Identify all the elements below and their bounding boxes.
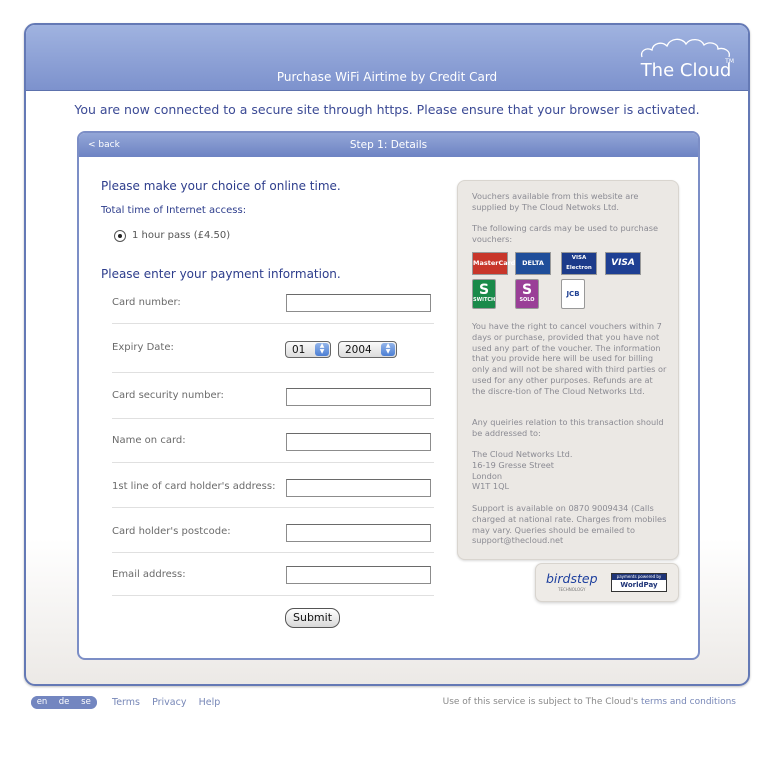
details-panel: < back Step 1: Details Please make your … bbox=[77, 131, 700, 660]
address-line: The Cloud Networks Ltd. bbox=[472, 449, 573, 459]
switch-icon: S SWITCH bbox=[472, 279, 496, 309]
info-support-text: Support is available on 0870 9009434 (Ca… bbox=[472, 503, 667, 546]
worldpay-logo: payments powered by WorldPay bbox=[611, 573, 667, 592]
info-queries-text: Any queiries relation to this transactio… bbox=[472, 417, 664, 438]
switch-label: SWITCH bbox=[473, 297, 496, 303]
email-input[interactable] bbox=[286, 566, 431, 584]
security-number-input[interactable] bbox=[286, 388, 431, 406]
postcode-input[interactable] bbox=[286, 524, 431, 542]
help-link[interactable]: Help bbox=[199, 697, 221, 708]
divider bbox=[112, 323, 434, 324]
logo-tm: TM bbox=[725, 58, 734, 65]
address-line1-input[interactable] bbox=[286, 479, 431, 497]
address-line1-label: 1st line of card holder's address: bbox=[112, 481, 276, 492]
address-line: 16-19 Gresse Street bbox=[472, 459, 555, 470]
cloud-icon bbox=[640, 38, 730, 58]
info-address: The Cloud Networks Ltd. 16-19 Gresse Str… bbox=[472, 449, 668, 492]
footer-links: Terms Privacy Help bbox=[112, 697, 220, 708]
expiry-month-value: 01 bbox=[292, 344, 306, 356]
divider bbox=[112, 507, 434, 508]
solo-icon: S SOLO bbox=[515, 279, 539, 309]
jcb-icon: JCB bbox=[561, 279, 585, 309]
submit-button[interactable]: Submit bbox=[285, 608, 340, 628]
header-bar: Purchase WiFi Airtime by Credit Card The… bbox=[26, 25, 748, 91]
jcb-label: JCB bbox=[566, 290, 580, 298]
visa-electron-icon: VISA Electron bbox=[561, 252, 597, 275]
time-option-radio[interactable] bbox=[114, 230, 126, 242]
card-number-label: Card number: bbox=[112, 297, 181, 308]
info-supplier-text: Vouchers available from this website are… bbox=[472, 191, 639, 212]
secure-connection-note: You are now connected to a secure site t… bbox=[74, 102, 700, 117]
time-option-label: 1 hour pass (£4.50) bbox=[132, 230, 231, 241]
terms-link[interactable]: Terms bbox=[112, 697, 140, 708]
step-title: Step 1: Details bbox=[349, 139, 428, 151]
privacy-link[interactable]: Privacy bbox=[152, 697, 186, 708]
language-de[interactable]: de bbox=[53, 696, 75, 709]
expiry-year-value: 2004 bbox=[345, 344, 372, 356]
address-line: London bbox=[472, 470, 503, 481]
divider bbox=[112, 372, 434, 373]
footer-notice: Use of this service is subject to The Cl… bbox=[443, 697, 736, 707]
info-cancellation-text: You have the right to cancel vouchers wi… bbox=[472, 321, 667, 396]
postcode-label: Card holder's postcode: bbox=[112, 526, 231, 537]
expiry-month-select[interactable]: 01 ▲ ▼ bbox=[285, 341, 331, 358]
card-number-input[interactable] bbox=[286, 294, 431, 312]
divider bbox=[112, 552, 434, 553]
info-cards-text: The following cards may be used to purch… bbox=[472, 223, 659, 244]
divider bbox=[112, 462, 434, 463]
language-switcher: en de se bbox=[31, 696, 97, 709]
terms-conditions-link[interactable]: terms and conditions bbox=[641, 697, 736, 707]
expiry-year-select[interactable]: 2004 ▲ ▼ bbox=[338, 341, 397, 358]
security-number-label: Card security number: bbox=[112, 390, 224, 401]
select-arrows-icon: ▲ ▼ bbox=[315, 343, 329, 356]
delta-icon: DELTA bbox=[515, 252, 551, 275]
birdstep-subtitle: TECHNOLOGY bbox=[558, 587, 586, 592]
payment-heading: Please enter your payment information. bbox=[101, 267, 341, 281]
solo-label: SOLO bbox=[519, 297, 535, 303]
visa-icon: VISA bbox=[605, 252, 641, 275]
logo-text: The Cloud bbox=[640, 60, 732, 81]
birdstep-logo: birdstep bbox=[546, 571, 598, 586]
expiry-date-label: Expiry Date: bbox=[112, 342, 174, 353]
main-frame: Purchase WiFi Airtime by Credit Card The… bbox=[24, 23, 750, 686]
worldpay-top-text: payments powered by bbox=[612, 574, 666, 580]
total-time-label: Total time of Internet access: bbox=[101, 205, 247, 216]
language-se[interactable]: se bbox=[75, 696, 97, 709]
the-cloud-logo: The Cloud TM bbox=[638, 35, 734, 83]
email-label: Email address: bbox=[112, 569, 186, 580]
divider bbox=[112, 418, 434, 419]
voucher-info-box: Vouchers available from this website are… bbox=[457, 180, 679, 560]
choice-heading: Please make your choice of online time. bbox=[101, 179, 341, 193]
mastercard-icon: MasterCard bbox=[472, 252, 515, 275]
name-on-card-label: Name on card: bbox=[112, 435, 186, 446]
worldpay-text: WorldPay bbox=[620, 581, 658, 589]
divider bbox=[112, 595, 434, 596]
select-arrows-icon: ▲ ▼ bbox=[381, 343, 395, 356]
panel-title-bar: < back Step 1: Details bbox=[79, 133, 698, 157]
address-line: W1T 1QL bbox=[472, 481, 510, 492]
name-on-card-input[interactable] bbox=[286, 433, 431, 451]
language-en[interactable]: en bbox=[31, 696, 53, 709]
footer-notice-text: Use of this service is subject to The Cl… bbox=[442, 697, 641, 707]
partner-logos-box: birdstep TECHNOLOGY payments powered by … bbox=[535, 563, 679, 602]
